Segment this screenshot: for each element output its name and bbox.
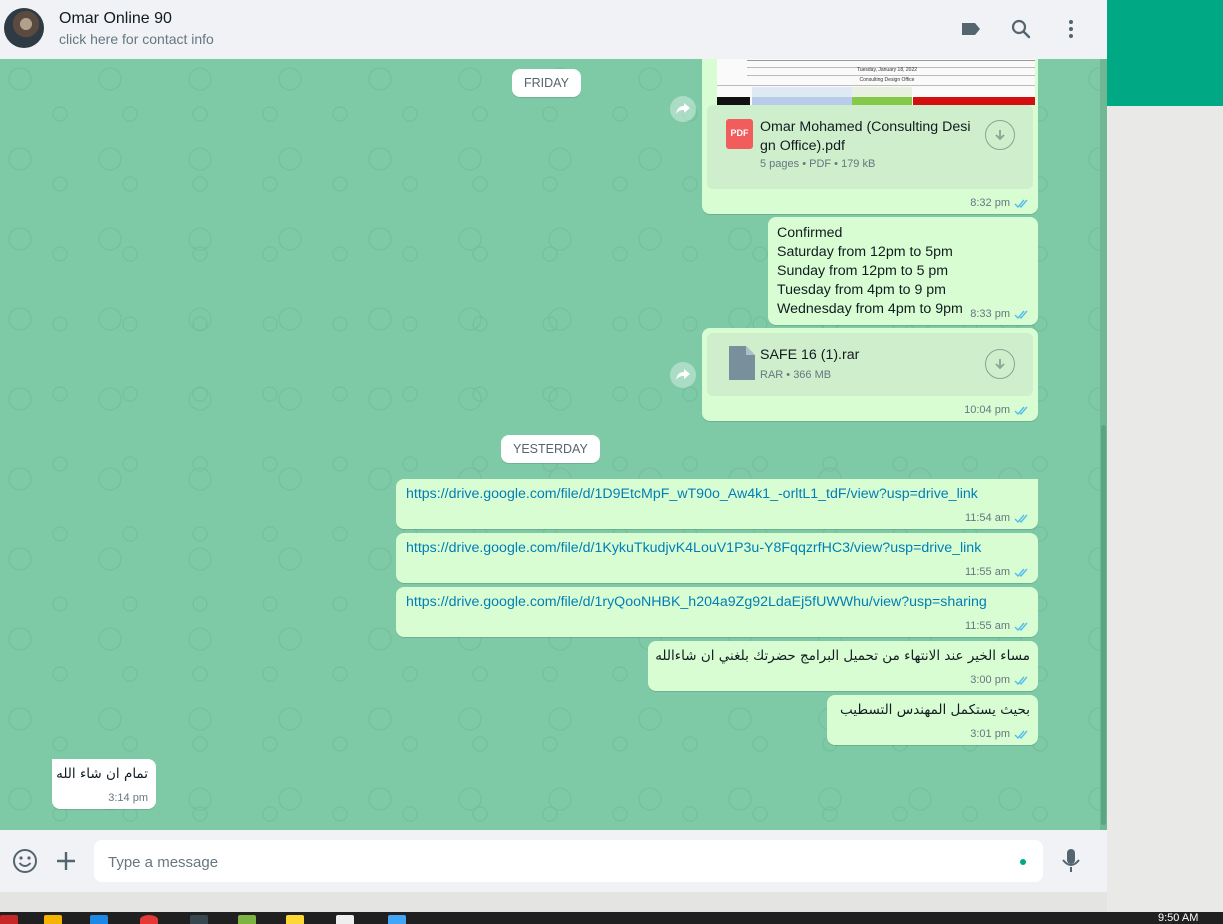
taskbar-app-icon[interactable] <box>90 915 108 924</box>
message-meta: 11:54 am <box>965 512 1030 524</box>
text-message[interactable]: بحيث يستكمل المهندس التسطيب 3:01 pm <box>827 695 1038 745</box>
message-time: 11:55 am <box>964 566 1010 578</box>
pdf-file-card[interactable]: PDF Omar Mohamed (Consulting Desi gn Off… <box>707 105 1033 189</box>
scrollbar-thumb[interactable] <box>1101 425 1106 825</box>
background-accent-strip <box>1107 0 1223 106</box>
pdf-file-details: 5 pages • PDF • 179 kB <box>760 158 876 170</box>
os-taskbar <box>0 912 1223 924</box>
link-message-2[interactable]: https://drive.google.com/file/d/1KykuTku… <box>396 533 1038 583</box>
forward-button[interactable] <box>670 362 696 388</box>
message-time: 11:55 am <box>964 620 1010 632</box>
message-meta: 3:14 pm <box>108 792 148 804</box>
message-time: 10:04 pm <box>964 404 1010 416</box>
message-meta: 11:55 am <box>965 566 1030 578</box>
read-ticks-icon <box>1014 514 1028 523</box>
incoming-message[interactable]: تمام ان شاء الله 3:14 pm <box>52 759 156 809</box>
composer-bar <box>0 830 1107 892</box>
schedule-message[interactable]: Confirmed Saturday from 12pm to 5pm Sund… <box>768 217 1038 325</box>
download-button[interactable] <box>985 120 1015 150</box>
download-button[interactable] <box>985 349 1015 379</box>
drive-link-2[interactable]: https://drive.google.com/file/d/1KykuTku… <box>406 540 981 556</box>
taskbar-app-icon[interactable] <box>336 915 354 924</box>
emoji-icon[interactable] <box>12 848 38 874</box>
contact-info-hint[interactable]: click here for contact info <box>59 31 214 47</box>
read-ticks-icon <box>1014 568 1028 577</box>
drive-link-1[interactable]: https://drive.google.com/file/d/1D9EtcMp… <box>406 486 978 502</box>
text-message[interactable]: مساء الخير عند الانتهاء من تحميل البرامج… <box>648 641 1038 691</box>
download-icon <box>995 130 1005 141</box>
search-icon[interactable] <box>1009 17 1033 41</box>
read-ticks-icon <box>1014 199 1028 208</box>
taskbar-app-icon[interactable] <box>388 915 406 924</box>
message-meta: 8:32 pm <box>970 197 1030 209</box>
date-divider-friday: FRIDAY <box>512 69 581 97</box>
taskbar-app-icon[interactable] <box>286 915 304 924</box>
message-text: تمام ان شاء الله <box>56 766 148 782</box>
taskbar-app-icon[interactable] <box>140 915 158 924</box>
contact-avatar[interactable] <box>4 8 44 48</box>
mic-icon[interactable] <box>1060 848 1082 874</box>
file-icon <box>729 346 755 380</box>
chat-header[interactable]: Omar Online 90 click here for contact in… <box>0 0 1107 60</box>
forward-button[interactable] <box>670 96 696 122</box>
pdf-preview-date: Tuesday, January 18, 2022 <box>856 67 918 73</box>
message-time: 8:32 pm <box>970 197 1010 209</box>
schedule-text: Confirmed Saturday from 12pm to 5pm Sund… <box>777 225 963 317</box>
message-time: 8:33 pm <box>970 308 1010 320</box>
link-message-1[interactable]: https://drive.google.com/file/d/1D9EtcMp… <box>396 479 1038 529</box>
forward-icon <box>676 103 690 114</box>
rar-file-details: RAR • 366 MB <box>760 369 832 381</box>
message-meta: 11:55 am <box>965 620 1030 632</box>
message-meta: 10:04 pm <box>964 404 1030 416</box>
taskbar-app-icon[interactable] <box>0 915 18 924</box>
taskbar-app-icon[interactable] <box>238 915 256 924</box>
pdf-file-icon: PDF <box>726 119 753 149</box>
rar-file-card[interactable]: SAFE 16 (1).rar RAR • 366 MB <box>707 333 1033 396</box>
message-meta: 3:00 pm <box>970 674 1030 686</box>
plus-icon[interactable] <box>55 850 77 872</box>
menu-icon[interactable] <box>1059 17 1083 41</box>
message-time: 3:00 pm <box>970 674 1010 686</box>
message-text: مساء الخير عند الانتهاء من تحميل البرامج… <box>655 648 1030 664</box>
drive-link-3[interactable]: https://drive.google.com/file/d/1ryQooNH… <box>406 594 987 610</box>
message-time: 3:01 pm <box>970 728 1010 740</box>
message-text: بحيث يستكمل المهندس التسطيب <box>840 702 1030 718</box>
forward-icon <box>676 369 690 380</box>
message-time: 11:54 am <box>964 512 1010 524</box>
message-meta: 3:01 pm <box>970 728 1030 740</box>
rar-file-name: SAFE 16 (1).rar <box>760 347 860 363</box>
date-divider-yesterday: YESTERDAY <box>501 435 600 463</box>
taskbar-app-icon[interactable] <box>44 915 62 924</box>
taskbar-clock[interactable]: 9:50 AM <box>1158 912 1198 924</box>
label-icon[interactable] <box>959 17 983 41</box>
pdf-file-name: Omar Mohamed (Consulting Desi gn Office)… <box>760 119 971 154</box>
pdf-preview[interactable]: Tuesday, January 18, 2022 Consulting Des… <box>717 59 1035 105</box>
contact-name[interactable]: Omar Online 90 <box>59 10 172 28</box>
read-ticks-icon <box>1014 622 1028 631</box>
chat-window: Omar Online 90 click here for contact in… <box>0 0 1107 892</box>
link-message-3[interactable]: https://drive.google.com/file/d/1ryQooNH… <box>396 587 1038 637</box>
message-input-box[interactable] <box>94 840 1043 884</box>
message-input[interactable] <box>106 840 990 884</box>
pdf-message[interactable]: Tuesday, January 18, 2022 Consulting Des… <box>702 59 1038 214</box>
read-ticks-icon <box>1014 730 1028 739</box>
rar-message[interactable]: SAFE 16 (1).rar RAR • 366 MB 10:04 pm <box>702 328 1038 421</box>
read-ticks-icon <box>1014 676 1028 685</box>
pdf-preview-title: Consulting Design Office <box>859 77 915 83</box>
message-meta: 8:33 pm <box>970 308 1030 320</box>
status-dot <box>1020 859 1026 865</box>
download-icon <box>995 359 1005 370</box>
taskbar-app-icon[interactable] <box>190 915 208 924</box>
background-panel <box>1107 106 1223 916</box>
read-ticks-icon <box>1014 310 1028 319</box>
message-time: 3:14 pm <box>108 792 148 804</box>
read-ticks-icon <box>1014 406 1028 415</box>
